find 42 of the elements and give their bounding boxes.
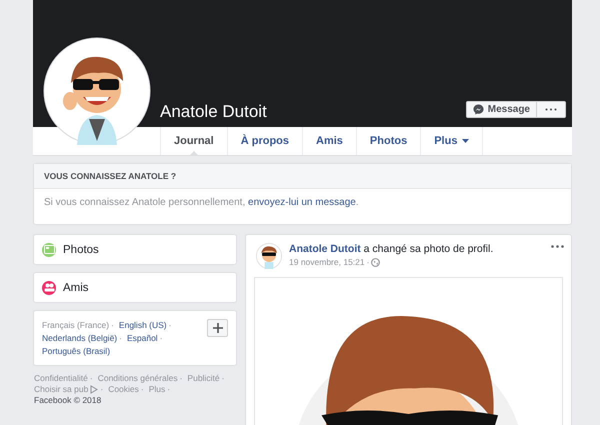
separator-dot: · (119, 332, 122, 345)
plus-icon (212, 323, 222, 333)
messenger-icon (472, 104, 484, 115)
language-link[interactable]: Português (Brasil) (42, 345, 110, 358)
profile-name: Anatole Dutoit (160, 102, 267, 122)
more-icon (545, 108, 557, 111)
sidebar-label: Photos (63, 244, 99, 256)
globe-icon (371, 258, 380, 266)
notice-text: Si vous connaissez Anatole personnellement, envoyez-lui un message. (44, 197, 359, 208)
more-button[interactable] (537, 101, 566, 118)
add-language-button[interactable] (207, 319, 228, 337)
language-link[interactable]: English (US) (118, 319, 167, 332)
separator-dot: · (222, 373, 224, 384)
message-button[interactable]: Message (466, 101, 537, 118)
profile-tab[interactable]: Amis (302, 127, 356, 155)
language-link[interactable]: Español (126, 332, 158, 345)
separator-dot: · (100, 384, 104, 395)
profile-tab[interactable]: Photos (356, 127, 420, 155)
sidebar-item[interactable]: Photos (33, 234, 237, 265)
separator-dot: · (111, 319, 114, 332)
separator-dot: · (168, 319, 172, 332)
copyright-text: Facebook © 2018 (34, 395, 102, 406)
caret-icon (462, 139, 470, 143)
separator-dot: · (140, 384, 144, 395)
adchoices-icon (90, 385, 98, 394)
language-link[interactable]: Nederlands (België) (42, 332, 118, 345)
avatar-drawing (256, 243, 282, 269)
message-link[interactable]: envoyez-lui un message (248, 197, 356, 208)
separator-dot: · (167, 384, 170, 395)
sidebar-label: Amis (63, 282, 89, 294)
profile-tab[interactable]: À propos (226, 127, 302, 155)
sidebar-item[interactable]: Amis (33, 272, 237, 303)
profile-tab[interactable]: Plus (420, 127, 484, 155)
author-link[interactable]: Anatole Dutoit (289, 243, 361, 255)
profile-tab[interactable]: Journal (160, 127, 227, 155)
separator-dot: · (90, 373, 93, 384)
post-title: Anatole Dutoit a changé sa photo de profil. (289, 243, 494, 255)
separator-dot: · (180, 373, 182, 384)
separator-dot: · (160, 332, 163, 345)
notice-title: VOUS CONNAISSEZ ANATOLE ? (44, 171, 176, 181)
separator-dot: · (366, 257, 370, 267)
more-icon[interactable] (551, 245, 564, 248)
